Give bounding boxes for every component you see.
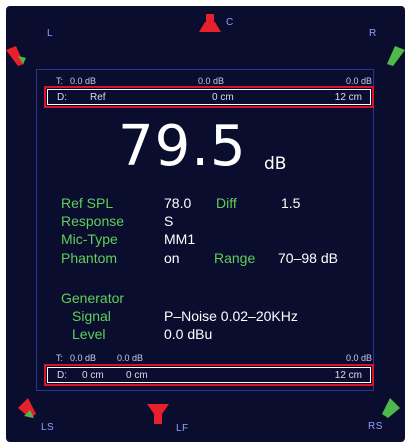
speaker-r-label: R bbox=[369, 28, 377, 39]
speaker-lf-label: LF bbox=[176, 423, 189, 434]
diff-value: 1.5 bbox=[281, 195, 301, 211]
bottom-d-value-2: 0 cm bbox=[126, 370, 148, 381]
speaker-r-icon[interactable] bbox=[383, 44, 405, 66]
speaker-c-label: C bbox=[226, 17, 234, 28]
spl-unit: dB bbox=[264, 154, 287, 174]
response-label: Response bbox=[61, 213, 125, 229]
range-label: Range bbox=[214, 250, 256, 266]
top-distance-row[interactable]: D: Ref 0 cm 12 cm bbox=[44, 86, 374, 108]
top-t-value-1: 0.0 dB bbox=[70, 76, 97, 86]
bottom-d-label: D: bbox=[57, 370, 67, 381]
top-d-value-2: 0 cm bbox=[212, 92, 234, 103]
bottom-t-value-3: 0.0 dB bbox=[345, 353, 372, 363]
speaker-l-icon[interactable] bbox=[6, 44, 28, 66]
top-t-value-3: 0.0 dB bbox=[345, 76, 372, 86]
speaker-rs-icon[interactable] bbox=[380, 398, 402, 420]
top-t-value-2: 0.0 dB bbox=[198, 76, 225, 86]
top-t-label: T: bbox=[56, 76, 64, 86]
phantom-value: on bbox=[164, 250, 180, 266]
bottom-t-label: T: bbox=[56, 353, 64, 363]
generator-title: Generator bbox=[61, 290, 125, 306]
level-value: 0.0 dBu bbox=[164, 326, 213, 342]
bottom-distance-row[interactable]: D: 0 cm 0 cm 12 cm bbox=[44, 364, 374, 386]
spl-reading: 79.5 bbox=[118, 114, 247, 179]
diff-label: Diff bbox=[216, 195, 237, 211]
top-d-label: D: bbox=[57, 92, 67, 103]
ref-spl-value: 78.0 bbox=[164, 195, 192, 211]
speaker-ls-label: LS bbox=[41, 422, 55, 433]
mic-type-label: Mic-Type bbox=[61, 231, 118, 247]
bottom-d-value-1: 0 cm bbox=[82, 370, 104, 381]
range-value: 70–98 dB bbox=[278, 250, 338, 266]
top-d-value-1: Ref bbox=[90, 92, 106, 103]
phantom-label: Phantom bbox=[61, 250, 118, 266]
signal-label: Signal bbox=[72, 308, 111, 324]
speaker-l-label: L bbox=[47, 28, 54, 39]
bottom-d-value-3: 12 cm bbox=[334, 370, 362, 381]
bottom-t-value-2: 0.0 dB bbox=[117, 353, 144, 363]
level-label: Level bbox=[72, 326, 106, 342]
signal-value: P–Noise 0.02–20KHz bbox=[164, 308, 298, 324]
speaker-rs-label: RS bbox=[368, 421, 383, 432]
speaker-ls-icon[interactable] bbox=[16, 398, 38, 420]
ref-spl-label: Ref SPL bbox=[61, 195, 114, 211]
speaker-lf-icon[interactable] bbox=[147, 404, 169, 426]
mic-type-value: MM1 bbox=[164, 231, 196, 247]
top-d-value-3: 12 cm bbox=[334, 92, 362, 103]
bottom-t-value-1: 0.0 dB bbox=[70, 353, 97, 363]
response-value: S bbox=[164, 213, 174, 229]
speaker-c-icon[interactable] bbox=[199, 14, 221, 36]
